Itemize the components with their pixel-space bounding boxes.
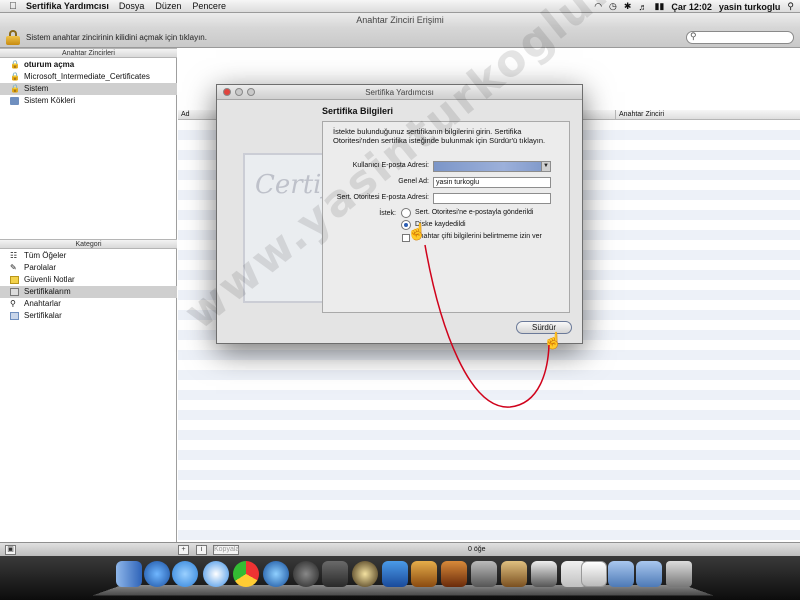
document-icon[interactable] bbox=[581, 561, 607, 587]
lock-icon: 🔒 bbox=[10, 60, 20, 69]
category-my-certificates[interactable]: Sertifikalarım bbox=[0, 286, 177, 298]
keychain-label: Microsoft_Intermediate_Certificates bbox=[24, 72, 150, 81]
toolbar: Sistem anahtar zincirinin kilidini açmak… bbox=[0, 28, 800, 48]
menu-bar:  Sertifika Yardımcısı Dosya Düzen Pence… bbox=[0, 0, 800, 13]
password-icon: ✎ bbox=[10, 263, 17, 272]
finder-icon[interactable] bbox=[116, 561, 142, 587]
menu-app-name[interactable]: Sertifika Yardımcısı bbox=[26, 1, 109, 11]
keychain-microsoft[interactable]: 🔒 Microsoft_Intermediate_Certificates bbox=[0, 71, 177, 83]
menu-duzen[interactable]: Düzen bbox=[155, 1, 181, 11]
category-passwords[interactable]: ✎ Parolalar bbox=[0, 262, 177, 274]
google-earth-icon[interactable] bbox=[263, 561, 289, 587]
keychain-label: Sistem Kökleri bbox=[24, 96, 76, 105]
key-icon: ⚲ bbox=[10, 299, 16, 308]
menu-dosya[interactable]: Dosya bbox=[119, 1, 145, 11]
lock-icon: 🔒 bbox=[10, 84, 20, 93]
minimize-button[interactable] bbox=[235, 88, 243, 96]
terminal-icon[interactable] bbox=[322, 561, 348, 587]
itunes-icon[interactable] bbox=[144, 561, 170, 587]
certificate-assistant-icon[interactable] bbox=[531, 561, 557, 587]
close-button[interactable] bbox=[223, 88, 231, 96]
category-certificates[interactable]: Sertifikalar bbox=[0, 310, 177, 322]
category-label: Sertifikalar bbox=[24, 311, 62, 320]
battery-icon[interactable]: ▮▮ bbox=[654, 1, 664, 12]
safari-icon[interactable] bbox=[203, 561, 229, 587]
item-count: 0 öğe bbox=[468, 546, 486, 553]
chevron-down-icon[interactable]: ▼ bbox=[541, 162, 550, 171]
keychain-system-roots[interactable]: Sistem Kökleri bbox=[0, 95, 177, 107]
lock-icon[interactable] bbox=[6, 30, 20, 45]
launchpad-icon[interactable] bbox=[293, 561, 319, 587]
keychain-label: oturum açma bbox=[24, 60, 75, 69]
xcode-icon[interactable] bbox=[382, 561, 408, 587]
keychains-header: Anahtar Zincirleri bbox=[0, 48, 177, 58]
info-button[interactable]: i bbox=[196, 545, 207, 555]
all-items-icon: ☷ bbox=[10, 251, 18, 260]
spotlight-icon[interactable]: ⚲ bbox=[787, 1, 794, 12]
category-keys[interactable]: ⚲ Anahtarlar bbox=[0, 298, 177, 310]
documents-folder-icon[interactable] bbox=[636, 561, 662, 587]
status-bar: ▣ + i Kopyala 0 öğe bbox=[0, 542, 800, 556]
user-name[interactable]: yasin turkoglu bbox=[719, 2, 781, 12]
trash-icon[interactable] bbox=[666, 561, 692, 587]
app-store-icon[interactable] bbox=[172, 561, 198, 587]
hand-cursor-icon: ☝ bbox=[543, 333, 563, 350]
column-keychain[interactable]: Anahtar Zinciri bbox=[615, 110, 664, 120]
category-secure-notes[interactable]: Güvenli Notlar bbox=[0, 274, 177, 286]
section-heading: Sertifika Bilgileri bbox=[322, 106, 394, 116]
applications-folder-icon[interactable] bbox=[608, 561, 634, 587]
category-label: Tüm Öğeler bbox=[24, 251, 67, 260]
column-name[interactable]: Ad bbox=[181, 110, 190, 120]
clock[interactable]: Çar 12:02 bbox=[671, 2, 712, 12]
dashboard-icon[interactable] bbox=[352, 561, 378, 587]
keychain-app-icon[interactable] bbox=[501, 561, 527, 587]
chrome-icon[interactable] bbox=[233, 561, 259, 587]
certificate-icon bbox=[10, 312, 19, 320]
folder-icon bbox=[10, 97, 19, 105]
my-certificate-icon bbox=[10, 288, 19, 296]
search-input[interactable]: ⚲ bbox=[686, 31, 794, 44]
hand-cursor-icon: ☝ bbox=[407, 224, 427, 241]
show-info-toggle[interactable]: ▣ bbox=[5, 545, 16, 555]
lock-message: Sistem anahtar zincirinin kilidini açmak… bbox=[26, 33, 207, 42]
category-label: Parolalar bbox=[24, 263, 57, 272]
note-icon bbox=[10, 276, 19, 284]
lock-icon: 🔒 bbox=[10, 72, 20, 81]
common-name-field[interactable]: yasin turkoglu bbox=[433, 177, 551, 188]
category-all-items[interactable]: ☷ Tüm Öğeler bbox=[0, 250, 177, 262]
add-button[interactable]: + bbox=[178, 545, 189, 555]
dialog-titlebar: Sertifika Yardımcısı bbox=[217, 85, 582, 100]
email-field[interactable]: ▼ bbox=[433, 161, 551, 172]
category-label: Anahtarlar bbox=[24, 299, 61, 308]
window-title: Anahtar Zinciri Erişimi bbox=[0, 13, 800, 28]
dock bbox=[0, 556, 800, 600]
copy-button[interactable]: Kopyala bbox=[213, 545, 239, 555]
category-label: Sertifikalarım bbox=[24, 287, 71, 296]
dialog-title: Sertifika Yardımcısı bbox=[365, 88, 434, 97]
menu-pencere[interactable]: Pencere bbox=[192, 1, 226, 11]
category-header: Kategori bbox=[0, 239, 177, 249]
bluetooth-icon[interactable]: ✱ bbox=[624, 1, 632, 12]
option-email-ca[interactable]: Sert. Otoritesi'ne e-postayla gönderildi bbox=[415, 209, 533, 216]
ca-email-field[interactable] bbox=[433, 193, 551, 204]
apple-menu-icon[interactable]:  bbox=[0, 1, 26, 12]
key-pair-label[interactable]: Anahtar çifti bilgilerini belirtmeme izi… bbox=[415, 233, 542, 240]
keychain-system[interactable]: 🔒 Sistem bbox=[0, 83, 177, 95]
sidebar: Anahtar Zincirleri 🔒 oturum açma 🔒 Micro… bbox=[0, 48, 177, 542]
category-label: Güvenli Notlar bbox=[24, 275, 75, 284]
zoom-button[interactable] bbox=[247, 88, 255, 96]
search-icon: ⚲ bbox=[690, 31, 697, 41]
system-preferences-icon[interactable] bbox=[471, 561, 497, 587]
keychain-label: Sistem bbox=[24, 84, 49, 93]
keychain-login[interactable]: 🔒 oturum açma bbox=[0, 59, 177, 71]
photos-icon[interactable] bbox=[411, 561, 437, 587]
garageband-icon[interactable] bbox=[441, 561, 467, 587]
radio-email-ca[interactable] bbox=[401, 208, 411, 218]
volume-icon[interactable]: ♬ bbox=[638, 2, 647, 12]
